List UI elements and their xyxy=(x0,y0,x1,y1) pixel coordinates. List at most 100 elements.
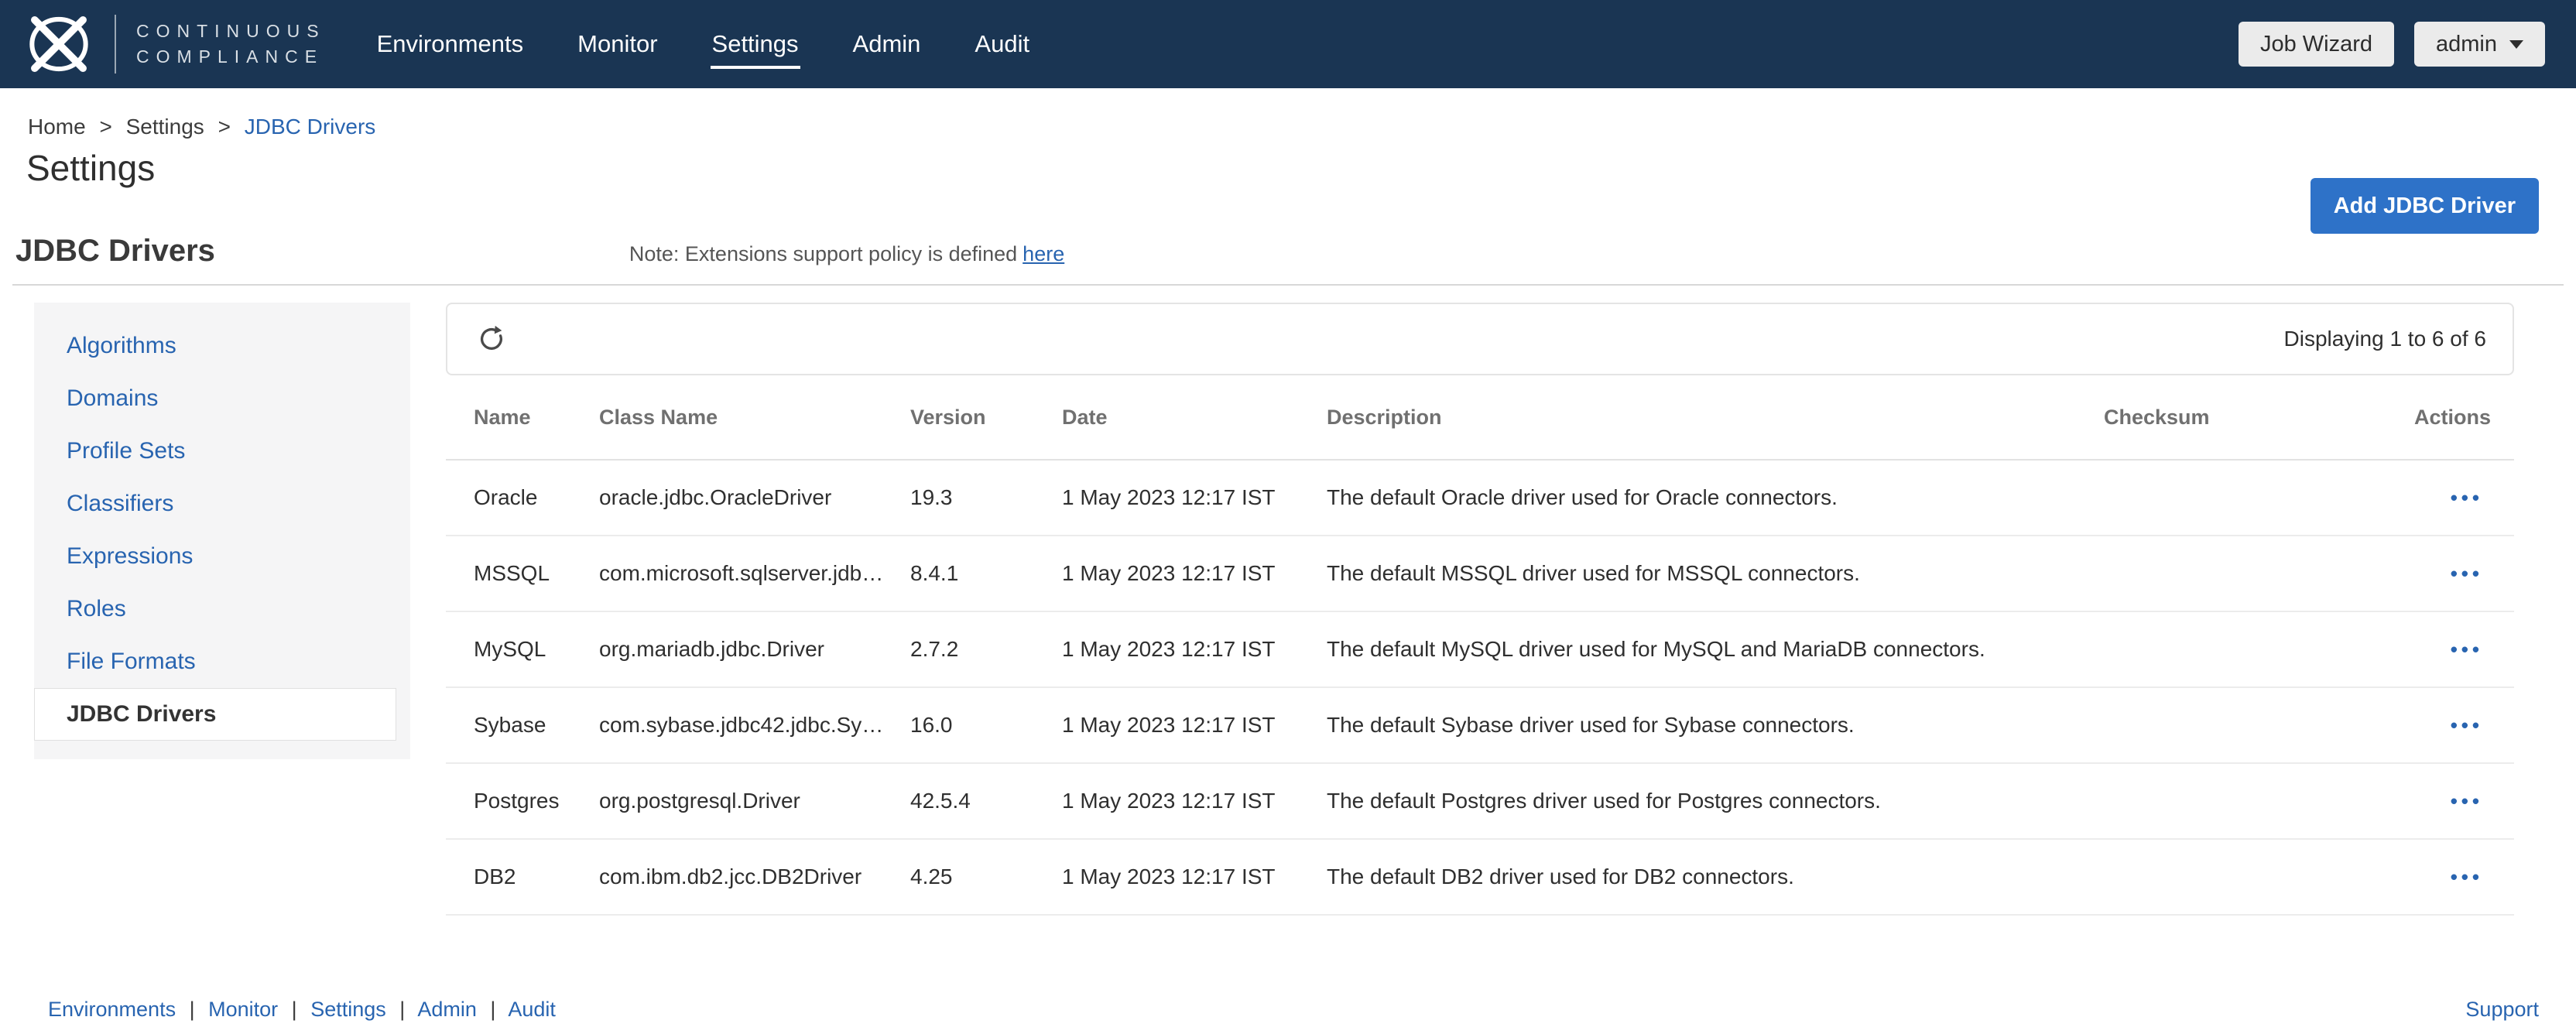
cell-version: 8.4.1 xyxy=(910,561,1062,586)
footer-link-settings[interactable]: Settings xyxy=(310,998,386,1021)
nav-item-audit[interactable]: Audit xyxy=(973,19,1031,69)
cell-version: 42.5.4 xyxy=(910,789,1062,813)
job-wizard-label: Job Wizard xyxy=(2260,32,2372,57)
column-header-actions: Actions xyxy=(2413,406,2514,430)
footer-separator: | xyxy=(490,998,495,1021)
cell-class-name: oracle.jdbc.OracleDriver xyxy=(599,485,910,510)
sidebar-item-expressions[interactable]: Expressions xyxy=(34,530,410,583)
row-actions-button[interactable]: ••• xyxy=(2451,638,2483,662)
column-header-description: Description xyxy=(1327,406,2104,430)
sidebar-item-classifiers[interactable]: Classifiers xyxy=(34,478,410,530)
cell-date: 1 May 2023 12:17 IST xyxy=(1062,789,1327,813)
cell-name: MySQL xyxy=(474,637,599,662)
cell-class-name: org.postgresql.Driver xyxy=(599,789,910,813)
footer-links: Environments | Monitor | Settings | Admi… xyxy=(48,998,556,1022)
cell-date: 1 May 2023 12:17 IST xyxy=(1062,713,1327,738)
cell-date: 1 May 2023 12:17 IST xyxy=(1062,485,1327,510)
cell-class-name: org.mariadb.jdbc.Driver xyxy=(599,637,910,662)
column-header-checksum: Checksum xyxy=(2104,406,2413,430)
user-menu-button[interactable]: admin xyxy=(2414,22,2545,67)
nav-item-settings[interactable]: Settings xyxy=(711,19,800,69)
footer-link-audit[interactable]: Audit xyxy=(508,998,556,1021)
row-actions-button[interactable]: ••• xyxy=(2451,486,2483,510)
cell-date: 1 May 2023 12:17 IST xyxy=(1062,637,1327,662)
page-title: Settings xyxy=(26,147,2576,189)
column-header-date: Date xyxy=(1062,406,1327,430)
add-jdbc-driver-button[interactable]: Add JDBC Driver xyxy=(2311,178,2539,234)
row-actions-button[interactable]: ••• xyxy=(2451,714,2483,738)
table-header: Name Class Name Version Date Description… xyxy=(446,375,2514,461)
section-header: JDBC Drivers Note: Extensions support po… xyxy=(15,234,2545,269)
sidebar-item-algorithms[interactable]: Algorithms xyxy=(34,320,410,372)
settings-sidebar: Algorithms Domains Profile Sets Classifi… xyxy=(34,303,410,759)
cell-description: The default Oracle driver used for Oracl… xyxy=(1327,485,2104,510)
navbar-right: Job Wizard admin xyxy=(2239,22,2545,67)
sidebar-item-domains[interactable]: Domains xyxy=(34,372,410,425)
sidebar-item-profile-sets[interactable]: Profile Sets xyxy=(34,425,410,478)
cell-version: 16.0 xyxy=(910,713,1062,738)
table-row: Postgres org.postgresql.Driver 42.5.4 1 … xyxy=(446,764,2514,840)
nav-item-environments[interactable]: Environments xyxy=(375,19,526,69)
cell-name: Postgres xyxy=(474,789,599,813)
cell-description: The default Postgres driver used for Pos… xyxy=(1327,789,2104,813)
cell-date: 1 May 2023 12:17 IST xyxy=(1062,865,1327,889)
brand-line1: CONTINUOUS xyxy=(136,19,326,44)
table-row: MSSQL com.microsoft.sqlserver.jdbc… 8.4.… xyxy=(446,536,2514,612)
extensions-note-text: Note: Extensions support policy is defin… xyxy=(629,242,1017,265)
pagination-status: Displaying 1 to 6 of 6 xyxy=(2284,327,2487,351)
footer-support-link[interactable]: Support xyxy=(2465,998,2539,1021)
refresh-icon xyxy=(477,324,506,354)
brand-text: CONTINUOUS COMPLIANCE xyxy=(136,19,326,70)
brand-divider xyxy=(115,15,116,74)
breadcrumb-separator: > xyxy=(99,115,111,139)
cell-description: The default Sybase driver used for Sybas… xyxy=(1327,713,2104,738)
content-area: Algorithms Domains Profile Sets Classifi… xyxy=(0,303,2576,916)
cell-class-name: com.ibm.db2.jcc.DB2Driver xyxy=(599,865,910,889)
breadcrumb-item-home[interactable]: Home xyxy=(28,115,86,139)
table-row: MySQL org.mariadb.jdbc.Driver 2.7.2 1 Ma… xyxy=(446,612,2514,688)
sidebar-item-roles[interactable]: Roles xyxy=(34,583,410,635)
nav-item-admin[interactable]: Admin xyxy=(851,19,923,69)
table-row: Oracle oracle.jdbc.OracleDriver 19.3 1 M… xyxy=(446,461,2514,536)
refresh-button[interactable] xyxy=(474,321,509,357)
breadcrumb: Home > Settings > JDBC Drivers xyxy=(28,115,2576,139)
sidebar-item-file-formats[interactable]: File Formats xyxy=(34,635,410,688)
cell-class-name: com.sybase.jdbc42.jdbc.Syb… xyxy=(599,713,910,738)
footer-link-admin[interactable]: Admin xyxy=(417,998,477,1021)
column-header-class-name: Class Name xyxy=(599,406,910,430)
cell-version: 2.7.2 xyxy=(910,637,1062,662)
cell-description: The default MySQL driver used for MySQL … xyxy=(1327,637,2104,662)
footer-link-environments[interactable]: Environments xyxy=(48,998,176,1021)
table-row: DB2 com.ibm.db2.jcc.DB2Driver 4.25 1 May… xyxy=(446,840,2514,916)
cell-name: Oracle xyxy=(474,485,599,510)
cell-class-name: com.microsoft.sqlserver.jdbc… xyxy=(599,561,910,586)
row-actions-button[interactable]: ••• xyxy=(2451,562,2483,586)
drivers-panel: Displaying 1 to 6 of 6 Name Class Name V… xyxy=(446,303,2514,916)
breadcrumb-separator: > xyxy=(218,115,231,139)
cell-name: DB2 xyxy=(474,865,599,889)
job-wizard-button[interactable]: Job Wizard xyxy=(2239,22,2394,67)
section-divider xyxy=(12,284,2564,286)
nav-item-monitor[interactable]: Monitor xyxy=(576,19,659,69)
extensions-note-link[interactable]: here xyxy=(1023,242,1064,265)
column-header-version: Version xyxy=(910,406,1062,430)
section-heading: JDBC Drivers xyxy=(15,234,215,269)
breadcrumb-item-jdbc-drivers[interactable]: JDBC Drivers xyxy=(245,115,376,139)
sidebar-item-jdbc-drivers[interactable]: JDBC Drivers xyxy=(34,688,396,741)
row-actions-button[interactable]: ••• xyxy=(2451,789,2483,813)
cell-name: Sybase xyxy=(474,713,599,738)
column-header-name: Name xyxy=(474,406,599,430)
row-actions-button[interactable]: ••• xyxy=(2451,865,2483,889)
delphix-logo[interactable] xyxy=(19,13,99,75)
table-row: Sybase com.sybase.jdbc42.jdbc.Syb… 16.0 … xyxy=(446,688,2514,764)
cell-version: 19.3 xyxy=(910,485,1062,510)
footer-link-monitor[interactable]: Monitor xyxy=(208,998,278,1021)
cell-description: The default DB2 driver used for DB2 conn… xyxy=(1327,865,2104,889)
cell-name: MSSQL xyxy=(474,561,599,586)
breadcrumb-item-settings[interactable]: Settings xyxy=(126,115,204,139)
cell-description: The default MSSQL driver used for MSSQL … xyxy=(1327,561,2104,586)
delphix-logo-icon xyxy=(19,13,99,75)
footer-separator: | xyxy=(190,998,195,1021)
brand-line2: COMPLIANCE xyxy=(136,44,326,70)
cell-date: 1 May 2023 12:17 IST xyxy=(1062,561,1327,586)
